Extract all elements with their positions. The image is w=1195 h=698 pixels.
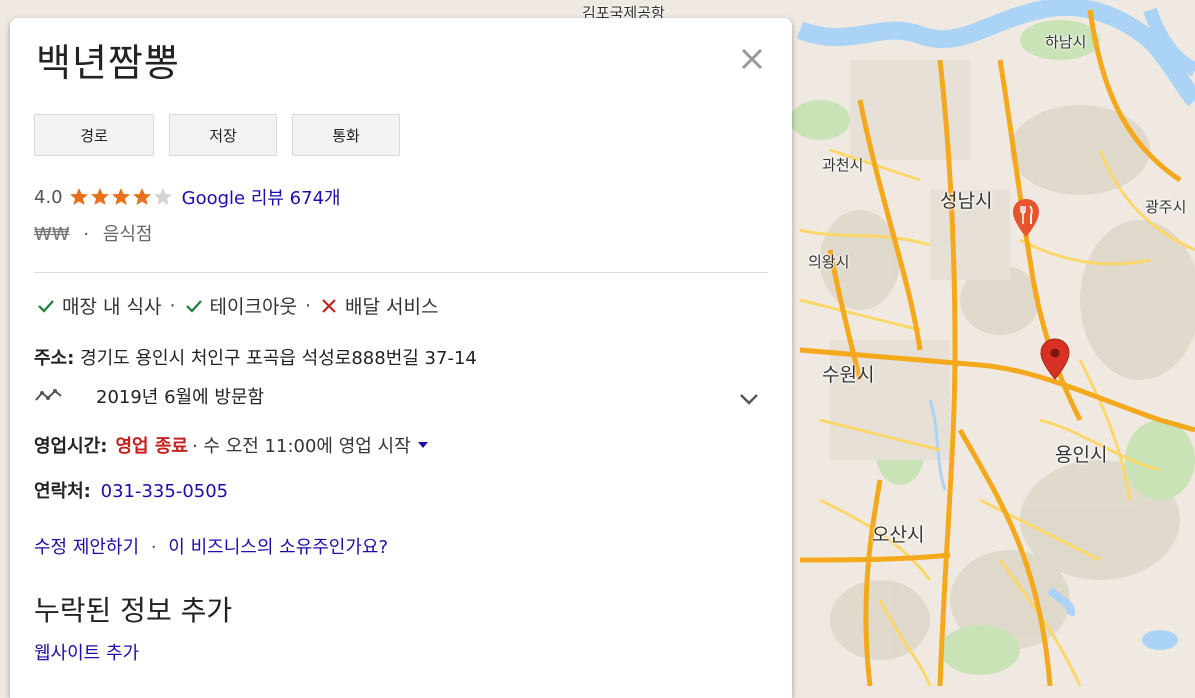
call-button[interactable]: 통화 [292,114,400,156]
separator-dot: · [150,537,157,558]
star-rating [69,187,174,207]
service-options: 매장 내 식사 · 테이크아웃 · 배달 서비스 [36,292,438,319]
star-filled-icon [132,188,151,205]
restaurant-pin-icon[interactable] [1011,198,1041,238]
phone-row: 연락처: 031-335-0505 [34,477,228,503]
divider [34,272,768,273]
suggest-edit-link[interactable]: 수정 제안하기 [34,537,139,558]
cross-icon [322,298,336,313]
visit-row[interactable]: 2019년 6월에 방문함 [34,383,264,409]
separator-dot: · [169,294,176,317]
map-label-seongnam: 성남시 [940,190,993,212]
address-value[interactable]: 경기도 용인시 처인구 포곡읍 석성로888번길 37-14 [80,348,477,369]
delivery-option: 배달 서비스 [344,296,439,318]
owner-links: 수정 제안하기 · 이 비즈니스의 소유주인가요? [34,533,388,559]
dropdown-arrow-icon[interactable] [417,440,429,450]
visit-text: 2019년 6월에 방문함 [96,387,265,408]
directions-button[interactable]: 경로 [34,114,154,156]
next-open-text: · 수 오전 11:00에 영업 시작 [191,436,411,457]
save-button[interactable]: 저장 [169,114,277,156]
timeline-icon [35,389,62,401]
reviews-link[interactable]: Google 리뷰 674개 [182,184,341,210]
check-icon [185,299,202,313]
map-label-yongin: 용인시 [1055,444,1108,466]
place-title: 백년짬뽕 [36,41,180,85]
category-label: 음식점 [102,224,153,245]
price-level: ₩₩ [34,224,70,245]
chevron-down-icon[interactable] [738,389,760,409]
star-filled-icon [111,188,130,205]
price-category-row: ₩₩ · 음식점 [34,220,153,246]
open-status: 영업 종료 [115,436,188,457]
add-website-link[interactable]: 웹사이트 추가 [34,639,139,665]
takeout-option: 테이크아웃 [209,296,297,318]
map-label-osan: 오산시 [872,524,925,546]
separator-dot: · [304,294,311,317]
separator-dot: · [83,224,90,245]
rating-row: 4.0 Google 리뷰 674개 [34,184,341,210]
star-filled-icon [90,188,109,205]
place-details-panel: 백년짬뽕 경로 저장 통화 4.0 Google 리뷰 674개 ₩₩ · 음식… [10,18,792,698]
location-pin-icon[interactable] [1040,338,1070,380]
check-icon [38,299,54,313]
rating-value: 4.0 [34,186,63,208]
map-label-gwangju: 광주시 [1145,198,1187,216]
address-row: 주소: 경기도 용인시 처인구 포곡읍 석성로888번길 37-14 [34,344,477,370]
map-label-uiwang: 의왕시 [808,253,850,271]
star-empty-icon [153,188,172,205]
hours-row: 영업시간: 영업 종료 · 수 오전 11:00에 영업 시작 [34,432,429,458]
phone-number-link[interactable]: 031-335-0505 [101,481,229,502]
map-label-gwacheon: 과천시 [822,156,864,174]
map-label-suwon: 수원시 [822,364,875,386]
dine-in-option: 매장 내 식사 [62,296,162,318]
hours-label: 영업시간: [34,436,108,457]
claim-business-link[interactable]: 이 비즈니스의 소유주인가요? [168,537,388,558]
map-label-hanam: 하남시 [1045,33,1087,51]
phone-label: 연락처: [34,481,91,502]
star-filled-icon [69,188,88,205]
missing-info-heading: 누락된 정보 추가 [34,594,233,627]
address-label: 주소: [34,348,75,369]
close-icon[interactable] [737,44,767,74]
